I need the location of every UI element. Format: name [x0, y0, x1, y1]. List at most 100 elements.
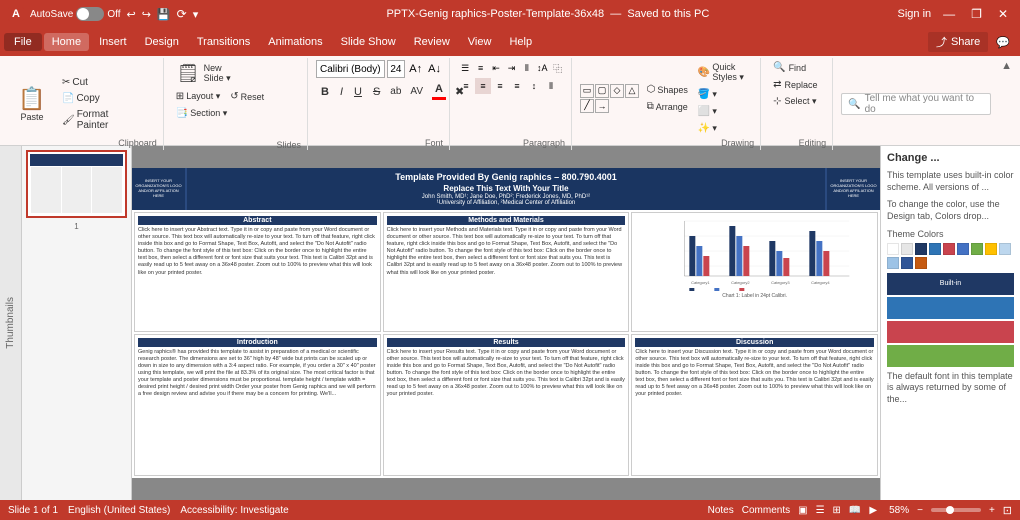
save-btn[interactable]: 💾 — [157, 8, 171, 21]
comments-status-btn[interactable]: Comments — [742, 505, 790, 516]
format-painter-btn[interactable]: 🖌Format Painter — [58, 107, 114, 133]
slide-thumbnail-1[interactable] — [26, 150, 127, 218]
color-cell-8[interactable] — [985, 243, 997, 255]
close-btn[interactable]: ✕ — [994, 7, 1012, 21]
color-cell-6[interactable] — [957, 243, 969, 255]
layout-btn[interactable]: ⊞Layout ▾ — [172, 89, 224, 104]
slideshow-view-btn[interactable]: ▶ — [869, 505, 877, 516]
zoom-out-btn[interactable]: − — [917, 505, 923, 516]
style-preview-4[interactable] — [887, 345, 1014, 367]
style-preview-1[interactable]: Built-in — [887, 273, 1014, 295]
shape-outline-btn[interactable]: ⬜▾ — [694, 104, 754, 119]
menu-animations[interactable]: Animations — [260, 33, 330, 51]
shape-fill-btn[interactable]: 🪣▾ — [694, 87, 754, 102]
font-size-input[interactable]: 24 — [387, 60, 406, 78]
menu-transitions[interactable]: Transitions — [189, 33, 258, 51]
bold-btn[interactable]: B — [316, 83, 334, 101]
color-cell-4[interactable] — [929, 243, 941, 255]
comments-btn[interactable]: 💬 — [990, 34, 1016, 51]
fit-slide-btn[interactable]: ⊡ — [1003, 504, 1012, 517]
numbering-btn[interactable]: ≡ — [473, 60, 487, 76]
underline-btn[interactable]: U — [349, 83, 367, 101]
section-btn[interactable]: 📑Section ▾ — [172, 106, 232, 121]
paste-btn[interactable]: 📋 Paste — [10, 60, 54, 148]
cut-btn[interactable]: ✂Cut — [58, 75, 114, 90]
zoom-in-btn[interactable]: + — [989, 505, 995, 516]
font-color-btn[interactable]: A — [428, 80, 450, 103]
diamond-shape[interactable]: ◇ — [610, 84, 624, 98]
strikethrough-btn[interactable]: S — [368, 83, 385, 101]
replace-btn[interactable]: ⇄Replace — [769, 77, 821, 92]
font-name-input[interactable]: Calibri (Body) — [316, 60, 385, 78]
redo-btn[interactable]: ↪ — [142, 8, 151, 21]
menu-slideshow[interactable]: Slide Show — [333, 33, 404, 51]
menu-review[interactable]: Review — [406, 33, 458, 51]
select-btn[interactable]: ⊹Select ▾ — [769, 94, 821, 109]
sorter-view-btn[interactable]: ⊞ — [833, 505, 841, 516]
color-cell-5[interactable] — [943, 243, 955, 255]
reading-view-btn[interactable]: 📖 — [849, 505, 861, 516]
signin-btn[interactable]: Sign in — [898, 8, 932, 20]
text-dir-btn[interactable]: ↕A — [535, 60, 549, 76]
arrange-btn[interactable]: ⧉Arrange — [643, 99, 692, 114]
zoom-slider[interactable] — [931, 508, 981, 512]
char-spacing-btn[interactable]: AV — [406, 83, 427, 100]
notes-btn[interactable]: Notes — [708, 505, 734, 516]
find-btn[interactable]: 🔍Find — [769, 60, 821, 75]
menu-file[interactable]: File — [4, 33, 42, 51]
rect-shape[interactable]: ▭ — [580, 84, 594, 98]
color-cell-3[interactable] — [915, 243, 927, 255]
smart-art-btn[interactable]: ⿻ — [551, 60, 565, 76]
increase-indent-btn[interactable]: ⇥ — [504, 60, 518, 76]
line-spacing-btn[interactable]: ↕ — [526, 78, 542, 94]
rounded-rect-shape[interactable]: ▢ — [595, 84, 609, 98]
undo-btn[interactable]: ↩ — [126, 8, 135, 21]
quick-styles-btn[interactable]: 🎨Quick Styles ▾ — [694, 60, 754, 85]
shape-effects-btn[interactable]: ✨▾ — [694, 121, 754, 136]
shadow-btn[interactable]: ab — [386, 83, 405, 100]
decrease-font-btn[interactable]: A↓ — [426, 61, 443, 77]
triangle-shape[interactable]: △ — [625, 84, 639, 98]
menu-home[interactable]: Home — [44, 33, 89, 51]
reset-btn[interactable]: ↺Reset — [226, 89, 268, 104]
col-format-btn[interactable]: ⫴ — [543, 78, 559, 94]
collapse-ribbon-btn[interactable]: ▲ — [997, 58, 1016, 74]
align-center-btn[interactable]: ≡ — [475, 78, 491, 94]
share-btn[interactable]: ⤴ Share — [928, 32, 988, 52]
style-preview-3[interactable] — [887, 321, 1014, 343]
align-right-btn[interactable]: ≡ — [492, 78, 508, 94]
arrow-shape[interactable]: → — [595, 99, 609, 113]
color-cell-11[interactable] — [901, 257, 913, 269]
tell-me-search[interactable]: 🔍 Tell me what you want to do — [841, 93, 991, 115]
menu-insert[interactable]: Insert — [91, 33, 135, 51]
new-slide-btn[interactable]: 🗒 New Slide ▾ — [172, 60, 301, 87]
thumbnails-tab[interactable]: Thumbnails — [0, 146, 22, 500]
col-btn[interactable]: ⫴ — [520, 60, 534, 76]
menu-view[interactable]: View — [460, 33, 500, 51]
color-cell-7[interactable] — [971, 243, 983, 255]
shapes-btn[interactable]: ⬡Shapes — [643, 82, 692, 97]
justify-btn[interactable]: ≡ — [509, 78, 525, 94]
line-shape[interactable]: ╱ — [580, 99, 594, 113]
italic-btn[interactable]: I — [335, 83, 348, 101]
normal-view-btn[interactable]: ▣ — [798, 505, 807, 516]
align-left-btn[interactable]: ≡ — [458, 78, 474, 94]
color-cell-1[interactable] — [887, 243, 899, 255]
minimize-btn[interactable]: — — [939, 7, 959, 21]
outline-view-btn[interactable]: ☰ — [816, 505, 825, 516]
color-cell-12[interactable] — [915, 257, 927, 269]
menu-design[interactable]: Design — [137, 33, 187, 51]
autosave-toggle[interactable] — [76, 7, 104, 21]
increase-font-btn[interactable]: A↑ — [407, 61, 424, 77]
maximize-btn[interactable]: ❐ — [967, 7, 986, 21]
bullets-btn[interactable]: ☰ — [458, 60, 472, 76]
recover-btn[interactable]: ⟳ — [177, 7, 187, 21]
color-cell-2[interactable] — [901, 243, 913, 255]
color-cell-10[interactable] — [887, 257, 899, 269]
style-preview-2[interactable] — [887, 297, 1014, 319]
color-cell-9[interactable] — [999, 243, 1011, 255]
slide-canvas-area[interactable]: INSERT YOUR ORGANIZATION'S LOGO AND/OR A… — [132, 146, 880, 500]
menu-help[interactable]: Help — [501, 33, 540, 51]
decrease-indent-btn[interactable]: ⇤ — [489, 60, 503, 76]
copy-btn[interactable]: 📄Copy — [58, 91, 114, 106]
